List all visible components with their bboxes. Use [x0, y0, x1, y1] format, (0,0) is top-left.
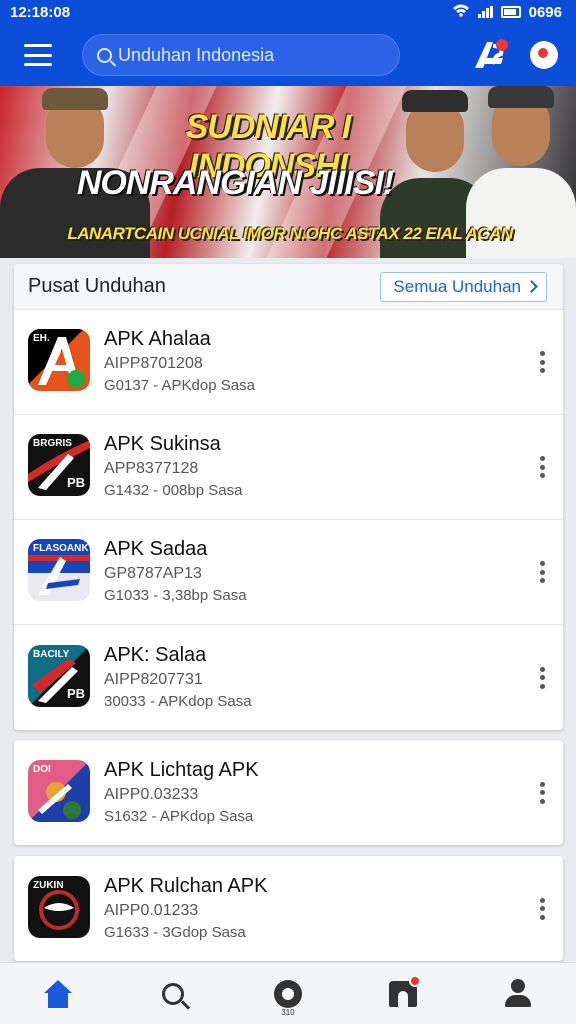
app-icon-tag: DOI [33, 763, 51, 775]
list-item[interactable]: BRGRIS PB APK Sukinsa APP8377128 G1432 -… [14, 415, 563, 520]
app-meta: G1432 - 008bp Sasa [104, 482, 243, 499]
chat-sub-label: 310 [281, 1007, 295, 1017]
banner-caption: LANARTCAIN UCNIAL IMOR N.OHC ASTAX 22 EI… [67, 224, 513, 243]
app-meta: S1632 - APKdop Sasa [104, 807, 254, 825]
app-name: APK Lichtag APK [104, 758, 259, 781]
promo-banner[interactable]: SUDNIAR I INDONSHI NONRANGIAN JIIISI! LA… [0, 86, 576, 258]
app-meta: G1633 - 3Gdop Sasa [104, 923, 246, 941]
list-item[interactable]: BACILY PB APK: Salaa AIPP8207731 30033 -… [14, 625, 563, 730]
section-title: Pusat Unduhan [28, 275, 166, 297]
app-meta: 30033 - APKdop Sasa [104, 692, 252, 710]
battery-icon [500, 6, 521, 18]
list-item[interactable]: ZUKIN APK Rulchan APK AIPP0.01233 G1633 … [14, 856, 563, 961]
nav-chat[interactable]: 310 [258, 969, 318, 1019]
more-options-icon[interactable] [539, 897, 545, 920]
notification-icon[interactable] [530, 41, 558, 69]
wifi-icon [452, 4, 470, 21]
status-time: 12:18:08 [10, 3, 71, 21]
status-icons: 0696 [452, 4, 562, 21]
more-options-icon[interactable] [539, 456, 545, 478]
more-options-icon[interactable] [539, 781, 545, 804]
nav-search[interactable] [143, 969, 203, 1019]
more-options-icon[interactable] [539, 666, 545, 689]
app-icon-tag: BRGRIS [33, 438, 72, 449]
app-name: APK Rulchan APK [104, 874, 268, 897]
list-item[interactable]: EH. APK Ahalaa AIPP8701208 G0137 - APKdo… [14, 310, 563, 415]
app-icon: BRGRIS PB [28, 434, 90, 496]
app-meta: G1033 - 3,38bp Sasa [104, 587, 247, 604]
app-id: GP8787AP13 [104, 565, 202, 582]
banner-subheadline: NONRANGIAN JIIISI! [76, 164, 394, 202]
menu-icon[interactable] [24, 44, 52, 66]
nav-profile[interactable] [488, 969, 548, 1019]
list-item[interactable]: FLASOANK APK Sadaa GP8787AP13 G1033 - 3,… [14, 520, 563, 625]
app-icon-tag: EH. [33, 333, 50, 344]
app-icon-tag: BACILY [33, 648, 70, 660]
download-card: ZUKIN APK Rulchan APK AIPP0.01233 G1633 … [14, 856, 563, 961]
see-all-button[interactable]: Semua Unduhan [380, 271, 547, 302]
bottom-nav: 310 [0, 962, 576, 1024]
profile-icon [503, 978, 533, 1009]
app-name: APK Sadaa [104, 538, 208, 560]
signal-icon [477, 6, 493, 18]
chat-icon [273, 979, 302, 1008]
download-card: DOI APK Lichtag APK AIPP0.03233 S1632 - … [14, 740, 563, 845]
search-input[interactable]: Unduhan Indonesia [82, 34, 400, 76]
home-icon [43, 979, 73, 1008]
app-icon-badge: PB [66, 475, 85, 490]
nav-home[interactable] [28, 969, 88, 1019]
app-icon: DOI [28, 759, 90, 822]
downloads-card: Pusat Unduhan Semua Unduhan EH. APK Ahal… [14, 264, 563, 730]
more-options-icon[interactable] [539, 351, 545, 373]
app-icon: EH. [28, 329, 90, 391]
app-name: APK: Salaa [104, 643, 207, 666]
nav-store[interactable] [373, 969, 433, 1019]
see-all-label: Semua Unduhan [393, 276, 521, 296]
app-id: AIPP8701208 [104, 355, 203, 372]
more-options-icon[interactable] [539, 561, 545, 583]
battery-level: 0696 [528, 3, 562, 21]
app-meta: G0137 - APKdop Sasa [104, 377, 255, 394]
app-name: APK Sukinsa [104, 433, 221, 455]
app-icon: BACILY PB [28, 644, 90, 707]
card-header: Pusat Unduhan Semua Unduhan [14, 264, 563, 310]
search-text: Unduhan Indonesia [118, 44, 275, 65]
app-icon-badge: PB [66, 685, 85, 701]
app-id: AIPP0.01233 [104, 901, 199, 919]
app-id: APP8377128 [104, 460, 199, 477]
app-id: AIPP8207731 [104, 670, 203, 688]
search-icon [97, 47, 112, 63]
chevron-right-icon [525, 280, 538, 293]
notification-badge [409, 974, 422, 987]
app-bar: Unduhan Indonesia [0, 24, 576, 86]
list-item[interactable]: DOI APK Lichtag APK AIPP0.03233 S1632 - … [14, 740, 563, 845]
status-bar: 12:18:08 0696 [0, 0, 576, 24]
app-icon-tag: ZUKIN [33, 879, 64, 891]
app-icon: ZUKIN [28, 875, 90, 938]
app-id: AIPP0.03233 [104, 785, 199, 803]
search-icon [161, 982, 184, 1005]
app-icon: FLASOANK [28, 539, 90, 601]
brand-logo-icon[interactable] [472, 37, 508, 73]
app-name: APK Ahalaa [104, 328, 211, 350]
app-icon-tag: FLASOANK [33, 543, 89, 554]
